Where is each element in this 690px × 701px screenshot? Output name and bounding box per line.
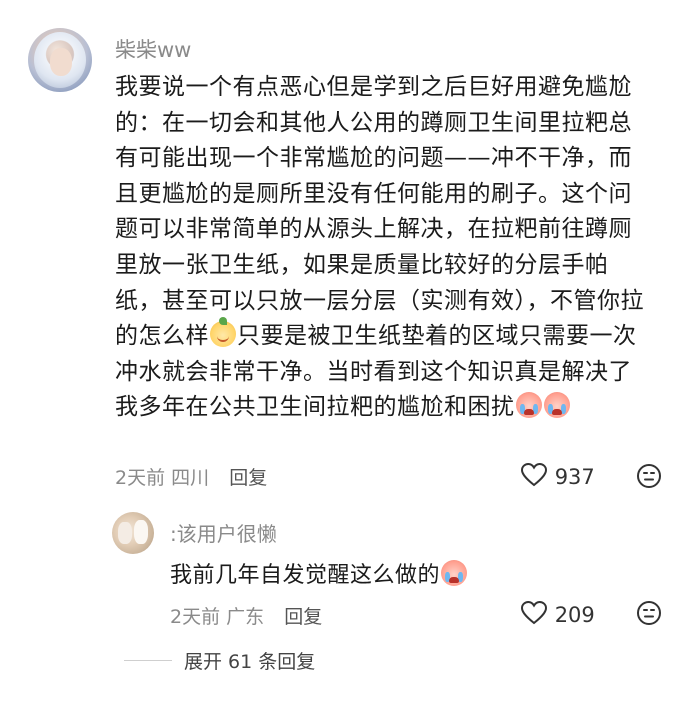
expand-replies-button[interactable]: 展开 61 条回复: [124, 647, 315, 674]
comment-line-part: 的怎么样: [115, 323, 209, 350]
comment-line: 题可以非常简单的从源头上解决，在拉粑前往蹲厕: [115, 216, 632, 243]
like-button[interactable]: 937: [520, 462, 595, 489]
comment-meta: 2天前 四川 回复: [115, 463, 267, 490]
crying-emoji-icon: [515, 392, 542, 419]
expand-replies-label: 展开 61 条回复: [184, 651, 316, 673]
divider-line: [124, 660, 172, 661]
reply-location: 广东: [226, 606, 265, 628]
reply-button[interactable]: 回复: [229, 467, 267, 489]
bun-emoji-icon: [210, 317, 236, 348]
comment-line: 有可能出现一个非常尴尬的问题——冲不干净，而: [115, 145, 632, 172]
comment-line-part: 只要是被卫生纸垫着的区域只需要一次: [237, 323, 637, 350]
comment-line-part: 我多年在公共卫生间拉粑的尴尬和困扰: [115, 394, 515, 421]
comment-line: 里放一张卫生纸，如果是质量比较好的分层手帕: [115, 251, 609, 278]
crying-emoji-icon: [441, 560, 468, 586]
avatar-figure: [134, 520, 148, 544]
reply-avatar[interactable]: [112, 512, 154, 554]
smiley-icon[interactable]: [636, 463, 662, 489]
comment-username[interactable]: 柴柴ww: [115, 34, 191, 64]
reply-like-count: 209: [554, 603, 595, 627]
reply-button[interactable]: 回复: [284, 606, 322, 628]
smiley-icon[interactable]: [636, 600, 662, 626]
avatar[interactable]: [28, 28, 92, 92]
crying-emoji-icon: [543, 392, 570, 419]
avatar-face: [50, 48, 72, 76]
comment-line: 且更尴尬的是厕所里没有任何能用的刷子。这个问: [115, 180, 632, 207]
heart-outline-icon: [520, 600, 548, 625]
comment-line: 我多年在公共卫生间拉粑的尴尬和困扰: [115, 390, 655, 426]
comment-line: 纸，甚至可以只放一层分层（实测有效），不管你拉: [115, 287, 644, 314]
like-count: 937: [554, 465, 595, 489]
reply-meta: 2天前 广东 回复: [170, 602, 322, 629]
reply-username[interactable]: :该用户很懒: [170, 518, 277, 547]
comment-line: 的怎么样 只要是被卫生纸垫着的区域只需要一次: [115, 317, 655, 355]
reply-time: 2天前: [170, 606, 221, 628]
comment-line: 我要说一个有点恶心但是学到之后巨好用避免尴尬: [115, 74, 632, 100]
avatar-figure: [118, 522, 132, 544]
reply-body: 我前几年自发觉醒这么做的: [170, 557, 468, 589]
comment-time: 2天前: [115, 467, 166, 489]
reply-text: 我前几年自发觉醒这么做的: [170, 563, 441, 588]
heart-outline-icon: [520, 462, 548, 487]
comment-body: 我要说一个有点恶心但是学到之后巨好用避免尴尬 的：在一切会和其他人公用的蹲厕卫生…: [115, 70, 655, 426]
comment-line: 的：在一切会和其他人公用的蹲厕卫生间里拉粑总: [115, 109, 632, 136]
comment-location: 四川: [171, 467, 210, 489]
reply-like-button[interactable]: 209: [520, 600, 595, 627]
comment-line: 冲水就会非常干净。当时看到这个知识真是解决了: [115, 358, 632, 385]
